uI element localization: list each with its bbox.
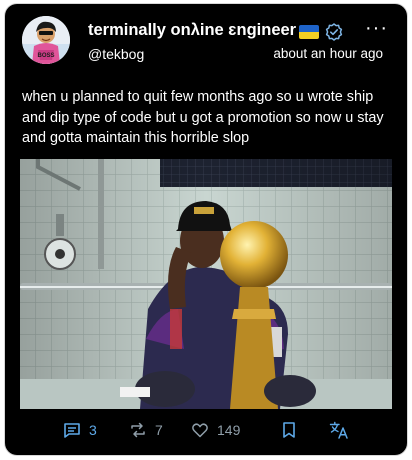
post-timestamp[interactable]: about an hour ago <box>273 46 383 61</box>
repost-count: 7 <box>155 422 163 438</box>
translate-button[interactable] <box>329 421 349 439</box>
verified-badge-icon <box>325 23 343 41</box>
author-badges <box>299 23 343 41</box>
post-photo <box>20 159 392 409</box>
like-icon <box>192 423 208 438</box>
avatar[interactable]: BOSS <box>22 16 70 64</box>
repost-icon <box>131 422 145 438</box>
like-count: 149 <box>217 422 241 438</box>
reply-icon <box>64 423 80 438</box>
bookmark-icon <box>283 422 295 438</box>
like-button[interactable]: 149 <box>191 421 240 439</box>
ukraine-flag-icon <box>299 25 319 39</box>
post-image[interactable] <box>20 159 392 409</box>
reply-count: 3 <box>89 422 97 438</box>
avatar-illustration: BOSS <box>22 16 70 64</box>
author-handle[interactable]: @tekbog <box>88 46 144 62</box>
bookmark-button[interactable] <box>281 421 297 439</box>
reply-button[interactable]: 3 <box>63 421 97 439</box>
more-options-icon[interactable]: ··· <box>365 18 388 38</box>
translate-icon <box>329 421 348 439</box>
repost-button[interactable]: 7 <box>129 421 163 439</box>
author-display-name[interactable]: terminally onλine ɛngineer <box>88 21 296 40</box>
post-text: when u planned to quit few months ago so… <box>22 89 384 146</box>
avatar-shirt-text: BOSS <box>37 53 54 59</box>
post-card[interactable]: BOSS terminally onλine ɛngineer ··· @tek… <box>5 4 407 455</box>
action-bar: 3 7 149 <box>5 421 407 445</box>
